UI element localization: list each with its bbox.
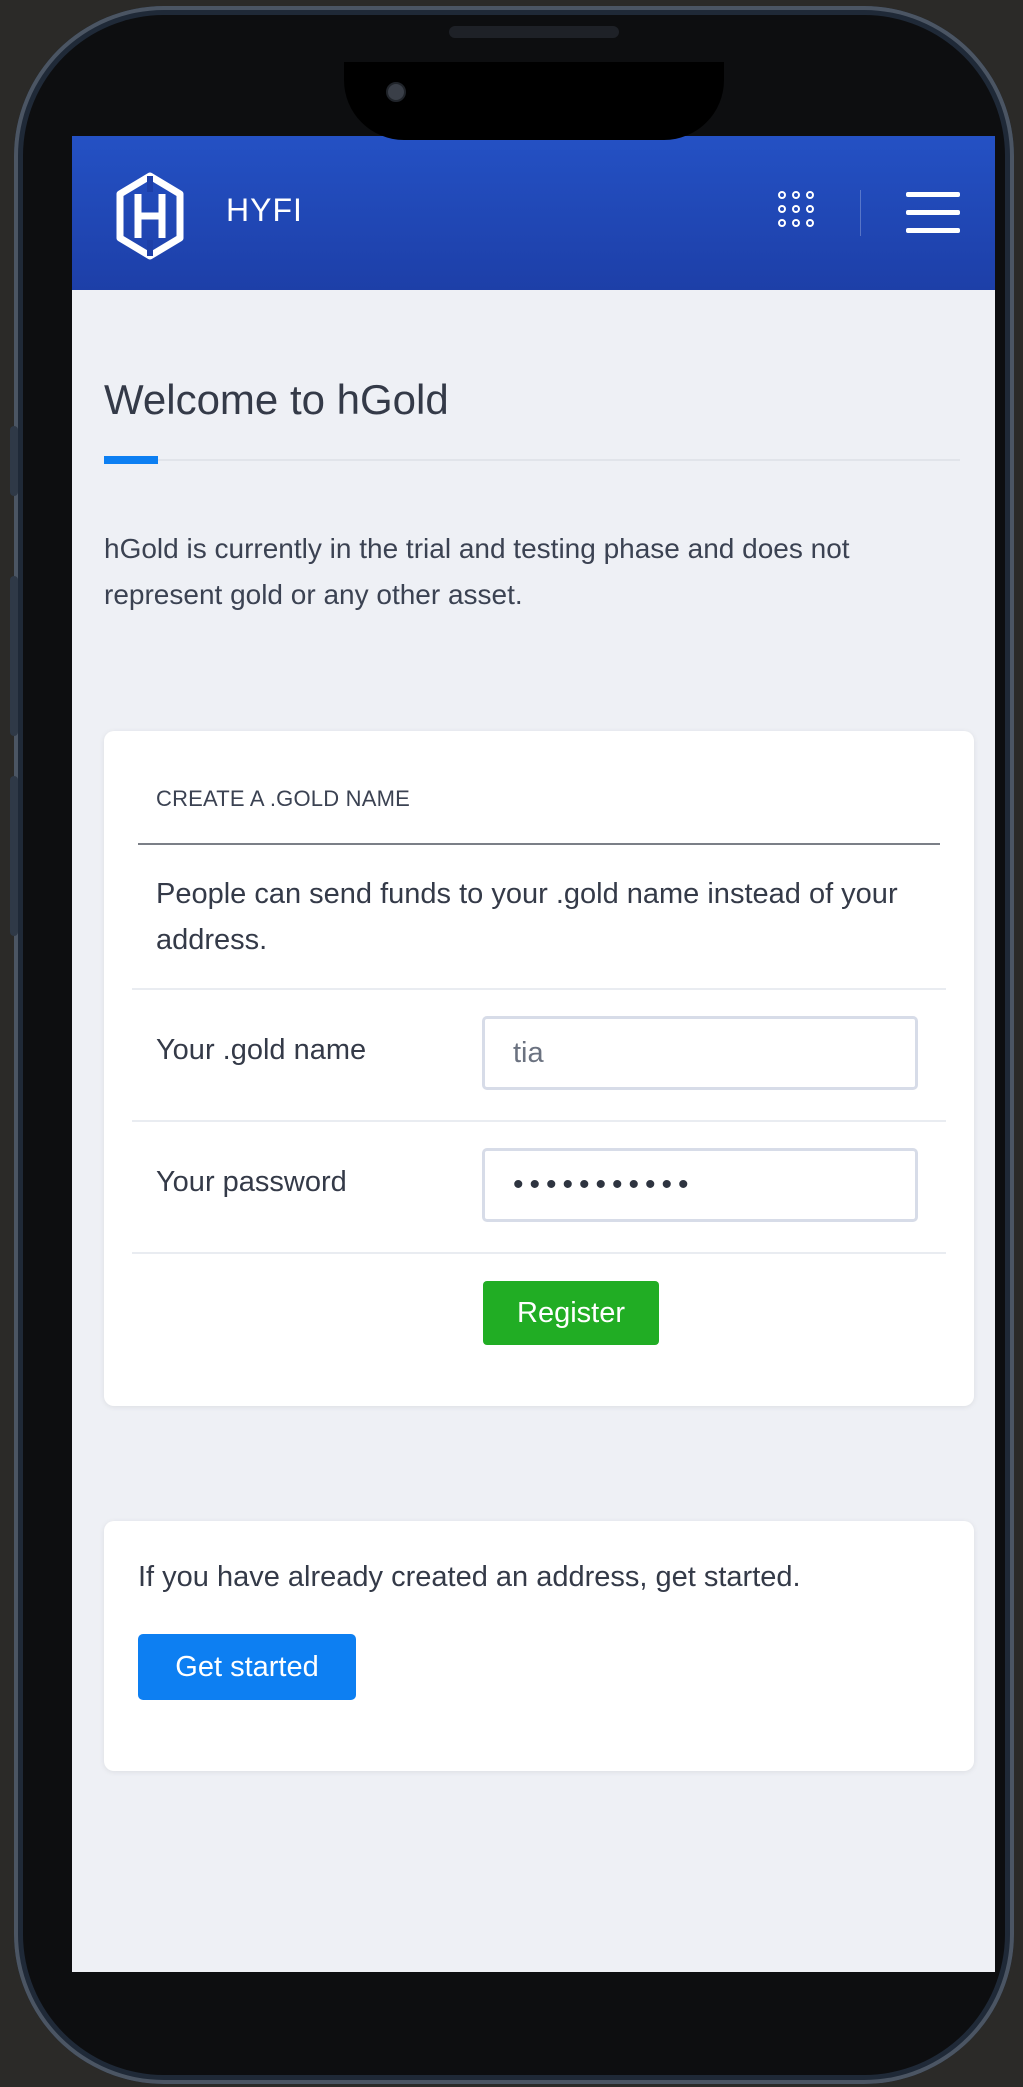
- card-header: CREATE A .GOLD NAME: [156, 786, 411, 811]
- brand-name[interactable]: HYFI: [226, 192, 303, 229]
- hyfi-logo-icon[interactable]: [114, 172, 186, 260]
- title-accent-bar: [104, 456, 158, 464]
- apps-grid-icon[interactable]: [778, 191, 822, 235]
- get-started-text: If you have already created an address, …: [138, 1561, 801, 1593]
- speaker-grille: [449, 26, 619, 38]
- phone-frame: HYFI Welcome to hGold hGold is currently…: [10, 6, 1014, 2084]
- card-header-divider: [138, 843, 940, 845]
- nav-divider: [860, 190, 861, 236]
- intro-text: hGold is currently in the trial and test…: [104, 533, 850, 610]
- row-divider: [132, 988, 946, 990]
- get-started-card: If you have already created an address, …: [104, 1521, 974, 1771]
- hamburger-menu-icon[interactable]: [906, 192, 960, 234]
- get-started-button[interactable]: Get started: [138, 1634, 356, 1700]
- mute-switch: [10, 426, 18, 496]
- front-camera: [386, 82, 406, 102]
- row-divider: [132, 1120, 946, 1122]
- app-screen: HYFI Welcome to hGold hGold is currently…: [72, 136, 995, 1972]
- volume-up-button: [10, 576, 18, 736]
- row-divider: [132, 1252, 946, 1254]
- password-label: Your password: [156, 1166, 347, 1198]
- gold-name-label: Your .gold name: [156, 1034, 367, 1066]
- card-description: People can send funds to your .gold name…: [156, 878, 898, 956]
- password-input[interactable]: •••••••••••: [482, 1148, 918, 1222]
- volume-down-button: [10, 776, 18, 936]
- page-title: Welcome to hGold: [104, 376, 449, 423]
- title-divider: [158, 459, 960, 461]
- navbar: HYFI: [72, 136, 995, 290]
- register-button[interactable]: Register: [483, 1281, 659, 1345]
- register-card: CREATE A .GOLD NAME People can send fund…: [104, 731, 974, 1406]
- gold-name-input[interactable]: tia: [482, 1016, 918, 1090]
- notch: [344, 62, 724, 140]
